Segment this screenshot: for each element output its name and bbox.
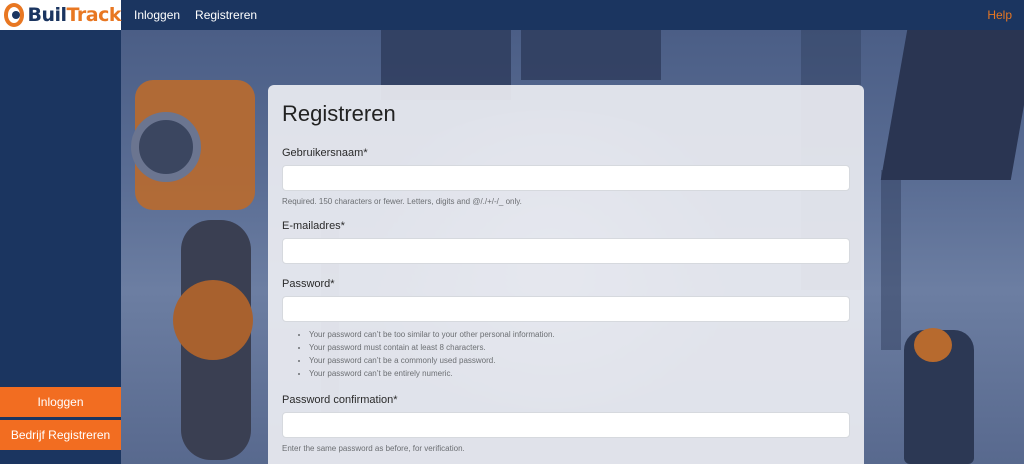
password-label: Password* [282, 278, 335, 290]
email-group: E-mailadres* [282, 220, 850, 264]
password-hint: Your password can’t be too similar to yo… [309, 328, 850, 341]
page-title: Registreren [282, 101, 396, 126]
email-input[interactable] [282, 238, 850, 264]
password-confirmation-help-text: Enter the same password as before, for v… [282, 444, 465, 453]
username-input[interactable] [282, 165, 850, 191]
sidebar-login-button[interactable]: Inloggen [0, 387, 121, 417]
password-hints-list: Your password can’t be too similar to yo… [282, 328, 850, 380]
password-group: Password* Your password can’t be too sim… [282, 278, 850, 380]
username-group: Gebruikersnaam* Required. 150 characters… [282, 147, 850, 206]
password-hint: Your password can’t be entirely numeric. [309, 367, 850, 380]
brand-logo[interactable]: BuilTrack [0, 0, 122, 30]
sidebar-company-register-button[interactable]: Bedrijf Registreren [0, 420, 121, 450]
registration-card: Registreren Gebruikersnaam* Required. 15… [268, 85, 864, 464]
password-input[interactable] [282, 296, 850, 322]
help-link[interactable]: Help [987, 8, 1012, 22]
top-navbar: BuilTrack Inloggen Registreren Help [0, 0, 1024, 30]
username-help-text: Required. 150 characters or fewer. Lette… [282, 197, 522, 206]
sidebar: Inloggen Bedrijf Registreren [0, 30, 121, 464]
email-label: E-mailadres* [282, 220, 345, 232]
password-hint: Your password must contain at least 8 ch… [309, 341, 850, 354]
password-confirmation-input[interactable] [282, 412, 850, 438]
builtrack-logo-icon [4, 3, 25, 27]
password-confirmation-group: Password confirmation* Enter the same pa… [282, 394, 850, 453]
nav-login-link[interactable]: Inloggen [134, 8, 180, 22]
nav-register-link[interactable]: Registreren [195, 8, 257, 22]
password-confirmation-label: Password confirmation* [282, 394, 398, 406]
top-nav-links: Inloggen Registreren [134, 8, 257, 22]
username-label: Gebruikersnaam* [282, 147, 368, 159]
password-hint: Your password can’t be a commonly used p… [309, 354, 850, 367]
brand-name: BuilTrack [27, 4, 121, 26]
